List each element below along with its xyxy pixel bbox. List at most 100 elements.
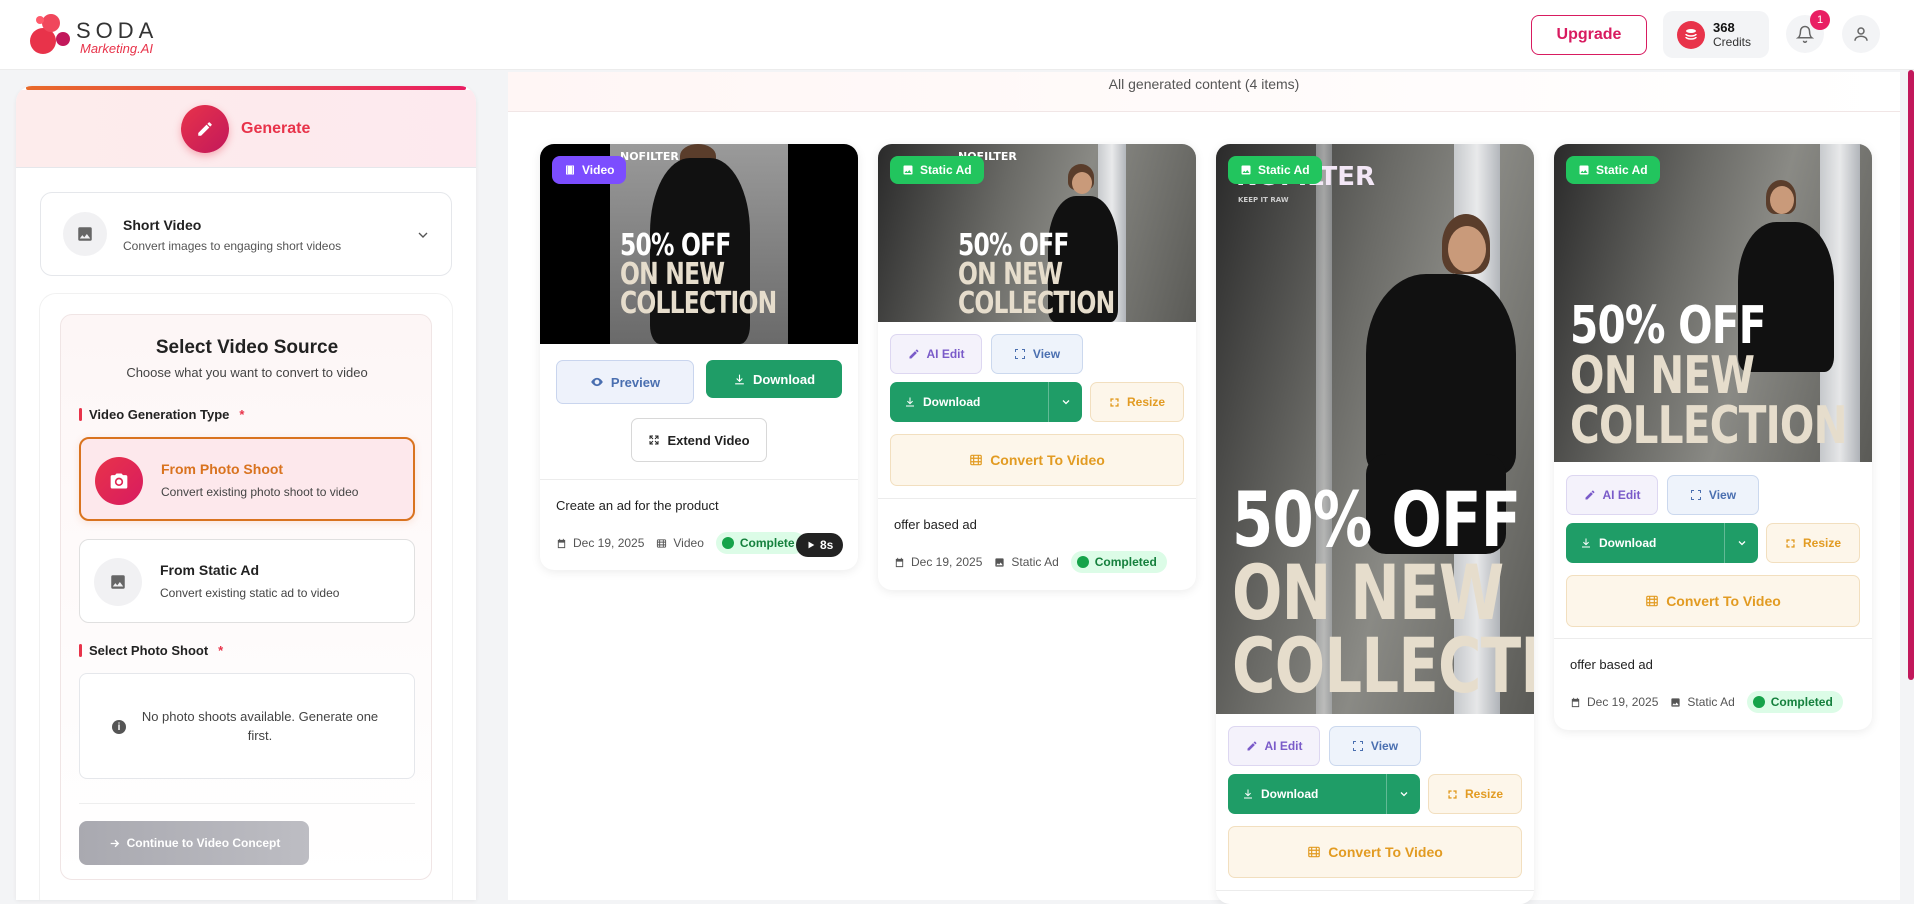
download-button[interactable]: Download	[706, 360, 842, 398]
status-badge: Completed	[1746, 691, 1843, 713]
film-icon	[1308, 846, 1321, 858]
status-badge: Completed	[1070, 551, 1167, 573]
content-card-static-ad: NOFILTER KEEP IT RAW 50% OFFON NEWCOLLEC…	[1216, 144, 1534, 904]
option-from-photo-shoot[interactable]: From Photo Shoot Convert existing photo …	[79, 437, 415, 521]
film-icon	[1646, 595, 1659, 607]
card-title: Create an ad for the product	[556, 498, 719, 513]
bell-icon	[1796, 25, 1814, 43]
film-icon	[970, 454, 983, 466]
content-card-static-ad: NOFILTER 50% OFFON NEWCOLLECTION Static …	[878, 144, 1196, 590]
film-icon	[566, 165, 574, 175]
extend-video-button[interactable]: Extend Video	[631, 418, 767, 462]
top-bar: SODA Marketing.AI Upgrade 368 Credits 1	[0, 0, 1914, 70]
calendar-icon	[894, 557, 905, 568]
download-options-dropdown[interactable]	[1724, 523, 1758, 563]
convert-to-video-button[interactable]: Convert To Video	[1566, 575, 1860, 627]
preview-button[interactable]: Preview	[556, 360, 694, 404]
download-split-button[interactable]: Download	[1228, 774, 1420, 814]
convert-to-video-button[interactable]: Convert To Video	[890, 434, 1184, 486]
option-title: From Photo Shoot	[161, 461, 284, 477]
option-description: Convert existing photo shoot to video	[161, 485, 359, 499]
generation-type-label: Video Generation Type *	[79, 407, 244, 422]
gallery-header: All generated content (4 items)	[508, 72, 1900, 112]
maximize-icon	[1352, 741, 1363, 751]
resize-button[interactable]: Resize	[1428, 774, 1522, 814]
download-options-dropdown[interactable]	[1386, 774, 1420, 814]
camera-icon	[95, 457, 143, 505]
info-icon: i	[112, 720, 126, 734]
image-icon	[63, 212, 107, 256]
download-icon	[735, 374, 744, 384]
pencil-icon	[1585, 490, 1594, 500]
credits-display[interactable]: 368 Credits	[1663, 11, 1769, 58]
photo-shoot-label: Select Photo Shoot *	[79, 643, 223, 658]
user-menu-button[interactable]	[1842, 15, 1880, 53]
view-button[interactable]: View	[1329, 726, 1421, 766]
eye-icon	[591, 377, 603, 387]
download-split-button[interactable]: Download	[890, 382, 1082, 422]
download-options-dropdown[interactable]	[1048, 382, 1082, 422]
convert-to-video-button[interactable]: Convert To Video	[1228, 826, 1522, 878]
ai-edit-button[interactable]: AI Edit	[1228, 726, 1320, 766]
card-title: offer based ad	[1570, 657, 1653, 672]
maximize-icon	[1014, 349, 1025, 359]
download-split-button[interactable]: Download	[1566, 523, 1758, 563]
download-icon	[1582, 538, 1590, 548]
card-meta: Dec 19, 2025 Video Complete	[556, 532, 805, 554]
image-icon	[903, 165, 913, 175]
pencil-icon	[198, 122, 212, 136]
resize-button[interactable]: Resize	[1090, 382, 1184, 422]
resize-icon	[1448, 789, 1457, 799]
upgrade-button[interactable]: Upgrade	[1531, 15, 1647, 55]
image-icon	[1579, 165, 1589, 175]
option-description: Convert existing static ad to video	[160, 586, 340, 600]
maximize-icon	[1690, 490, 1701, 500]
static-ad-promo-text: 50% OFFON NEWCOLLECTION	[1232, 475, 1534, 710]
resize-button[interactable]: Resize	[1766, 523, 1860, 563]
video-promo-text: 50% OFF ON NEW COLLECTION	[620, 228, 777, 321]
video-source-card: Select Video Source Choose what you want…	[60, 314, 432, 880]
soda-logo[interactable]: SODA Marketing.AI	[30, 14, 160, 56]
type-tag-static-ad: Static Ad	[1566, 156, 1660, 184]
ai-edit-button[interactable]: AI Edit	[890, 334, 982, 374]
scrollbar[interactable]	[1908, 70, 1914, 680]
generate-label: Generate	[241, 120, 311, 137]
logo-sub-text: Marketing.AI	[80, 41, 153, 56]
credits-label: Credits	[1713, 34, 1752, 49]
view-button[interactable]: View	[991, 334, 1083, 374]
pencil-icon	[909, 349, 918, 359]
content-card-video: NOFILTER 50% OFF ON NEW COLLECTION Video P…	[540, 144, 858, 570]
static-ad-thumbnail[interactable]: NOFILTER KEEP IT RAW 50% OFFON NEWCOLLEC…	[1216, 144, 1534, 714]
type-tag-static-ad: Static Ad	[890, 156, 984, 184]
calendar-icon	[1570, 697, 1581, 708]
content-type-title: Short Video	[123, 217, 202, 233]
continue-to-video-concept-button[interactable]: Continue to Video Concept	[79, 821, 309, 865]
generate-header: Generate	[16, 90, 476, 168]
card-meta: Dec 19, 2025 Static Ad Completed	[894, 551, 1167, 573]
empty-message: No photo shoots available. Generate one …	[141, 709, 379, 743]
content-type-dropdown[interactable]: Short Video Convert images to engaging s…	[40, 192, 452, 276]
expand-icon	[649, 435, 659, 445]
view-button[interactable]: View	[1667, 475, 1759, 515]
arrow-right-icon	[110, 839, 119, 847]
resize-icon	[1786, 538, 1795, 548]
type-tag-video: Video	[552, 156, 627, 184]
option-from-static-ad[interactable]: From Static Ad Convert existing static a…	[79, 539, 415, 623]
content-type-description: Convert images to engaging short videos	[123, 239, 342, 253]
option-title: From Static Ad	[160, 562, 260, 578]
generate-button[interactable]	[181, 105, 229, 153]
static-ad-promo-text: 50% OFFON NEWCOLLECTION	[958, 228, 1115, 321]
card-title: offer based ad	[894, 517, 977, 532]
calendar-icon	[556, 538, 567, 549]
resize-icon	[1110, 397, 1119, 407]
coin-stack-icon	[1677, 20, 1705, 49]
chevron-down-icon	[1062, 400, 1069, 405]
notification-badge: 1	[1810, 10, 1830, 30]
type-tag-static-ad: Static Ad	[1228, 156, 1322, 184]
image-icon	[1670, 697, 1681, 708]
static-ad-thumbnail[interactable]: NOFILTER 50% OFFON NEWCOLLECTION	[1554, 144, 1872, 462]
pencil-icon	[1247, 741, 1256, 751]
ai-edit-button[interactable]: AI Edit	[1566, 475, 1658, 515]
card-meta: Dec 19, 2025 Static Ad Completed	[1570, 691, 1843, 713]
user-icon	[1854, 27, 1868, 41]
